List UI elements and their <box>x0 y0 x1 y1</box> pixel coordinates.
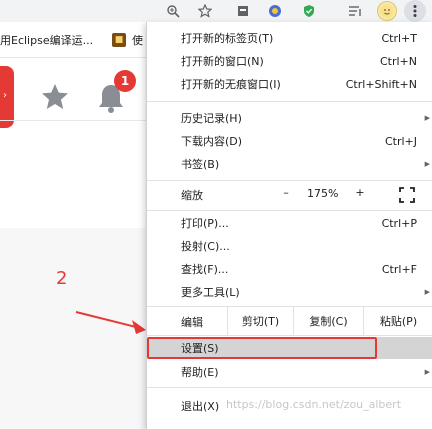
menu-item-downloads[interactable]: 下载内容(D) Ctrl+J <box>147 131 432 151</box>
menu-separator <box>147 335 432 336</box>
menu-item-new-window[interactable]: 打开新的窗口(N) Ctrl+N <box>147 51 432 71</box>
zoom-out-button[interactable]: – <box>279 186 293 199</box>
bookmark-favicon-icon: ■ <box>112 33 126 47</box>
extension-icon[interactable] <box>264 0 286 22</box>
submenu-arrow-icon: ▶ <box>424 368 430 376</box>
red-tab-button[interactable]: › <box>0 66 14 128</box>
fullscreen-icon[interactable] <box>399 187 415 203</box>
menu-separator <box>147 387 432 388</box>
menu-item-help[interactable]: 帮助(E) ▶ <box>147 362 432 382</box>
menu-item-incognito[interactable]: 打开新的无痕窗口(I) Ctrl+Shift+N <box>147 74 432 94</box>
menu-item-more-tools[interactable]: 更多工具(L) ▶ <box>147 282 432 302</box>
notification-bell[interactable]: 1 <box>96 70 136 116</box>
playlist-icon[interactable] <box>344 0 366 22</box>
submenu-arrow-icon: ▶ <box>424 114 430 122</box>
settings-row-background <box>377 337 432 359</box>
menu-item-bookmarks[interactable]: 书签(B) ▶ <box>147 154 432 174</box>
bookmark-item[interactable]: ■ 使 <box>112 22 143 58</box>
cut-button[interactable]: 剪切(T) <box>227 307 293 335</box>
favorite-star-icon[interactable] <box>40 82 70 112</box>
menu-separator <box>147 101 432 102</box>
menu-item-history[interactable]: 历史记录(H) ▶ <box>147 108 432 128</box>
bookmark-label: 用Eclipse编译运... <box>0 34 94 47</box>
annotation-arrow-icon <box>75 311 146 334</box>
browser-toolbar <box>0 0 432 22</box>
bookmark-label: 使 <box>132 34 143 47</box>
submenu-arrow-icon: ▶ <box>424 288 430 296</box>
page-divider <box>0 120 150 121</box>
profile-avatar[interactable] <box>377 1 397 21</box>
menu-item-find[interactable]: 查找(F)... Ctrl+F <box>147 259 432 279</box>
menu-item-settings[interactable]: 设置(S) <box>147 337 377 359</box>
chevron-right-icon: › <box>3 90 7 101</box>
chrome-main-menu: 打开新的标签页(T) Ctrl+T 打开新的窗口(N) Ctrl+N 打开新的无… <box>146 22 432 429</box>
submenu-arrow-icon: ▶ <box>424 160 430 168</box>
paste-button[interactable]: 粘贴(P) <box>363 307 432 335</box>
more-vert-icon[interactable] <box>404 0 426 22</box>
shield-icon[interactable] <box>298 0 320 22</box>
extension-icon[interactable] <box>232 0 254 22</box>
bookmark-item[interactable]: 用Eclipse编译运... <box>0 22 93 58</box>
menu-item-print[interactable]: 打印(P)... Ctrl+P <box>147 213 432 233</box>
menu-item-cast[interactable]: 投射(C)... <box>147 236 432 256</box>
zoom-level: 175% <box>307 187 339 200</box>
zoom-icon[interactable] <box>162 0 184 22</box>
menu-zoom-row: 缩放 – 175% + <box>147 182 432 208</box>
menu-separator <box>147 180 432 181</box>
menu-item-new-tab[interactable]: 打开新的标签页(T) Ctrl+T <box>147 28 432 48</box>
zoom-in-button[interactable]: + <box>353 186 367 199</box>
menu-separator <box>147 210 432 211</box>
menu-edit-row: 编辑 剪切(T) 复制(C) 粘贴(P) <box>147 307 432 335</box>
notification-badge: 1 <box>114 70 136 92</box>
annotation-step-number: 2 <box>56 268 68 289</box>
copy-button[interactable]: 复制(C) <box>293 307 363 335</box>
bookmark-star-icon[interactable] <box>194 0 216 22</box>
watermark-text: https://blog.csdn.net/zou_albert <box>226 398 402 411</box>
